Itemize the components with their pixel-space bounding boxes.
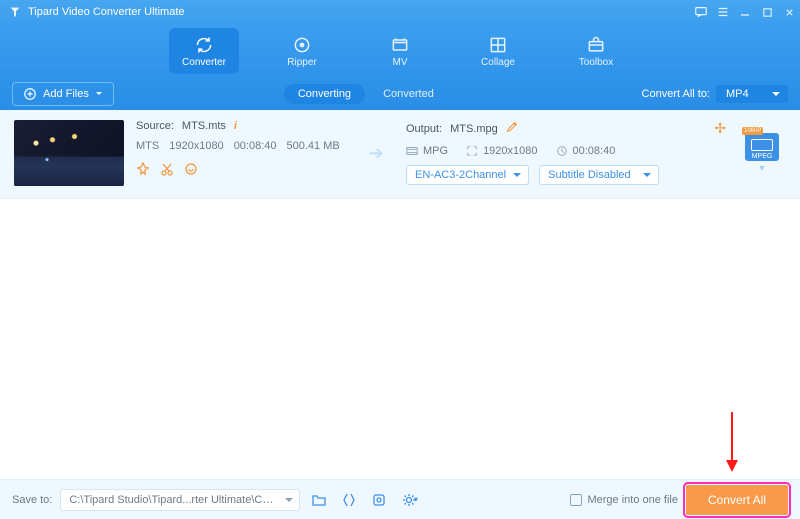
- hardware-accel-icon[interactable]: [368, 489, 390, 511]
- tab-converted[interactable]: Converted: [383, 88, 434, 100]
- duration-icon: [556, 145, 568, 157]
- output-codec: MPG: [423, 145, 448, 157]
- source-size: 500.41 MB: [287, 140, 340, 152]
- footer-bar: Save to: C:\Tipard Studio\Tipard...rter …: [0, 479, 800, 519]
- source-resolution: 1920x1080: [169, 140, 223, 152]
- menu-icon[interactable]: [712, 0, 734, 24]
- tab-toolbox[interactable]: Toolbox: [561, 28, 631, 74]
- save-to-label: Save to:: [12, 494, 52, 506]
- content-area: Source: MTS.mts i MTS 1920x1080 00:08:40…: [0, 110, 800, 479]
- chevron-down-icon: [95, 90, 103, 98]
- tab-mv[interactable]: MV: [365, 28, 435, 74]
- source-label: Source:: [136, 120, 174, 132]
- plus-circle-icon: [23, 87, 37, 101]
- tab-label: Converter: [182, 57, 226, 68]
- options-bar: Add Files Converting Converted Convert A…: [0, 78, 800, 110]
- convert-all-button[interactable]: Convert All: [686, 485, 788, 515]
- convert-all-to-label: Convert All to:: [642, 88, 710, 100]
- resolution-icon: [466, 145, 478, 157]
- tab-label: MV: [393, 57, 408, 68]
- tab-collage[interactable]: Collage: [463, 28, 533, 74]
- subtitle-select[interactable]: Subtitle Disabled: [539, 165, 659, 185]
- chevron-down-icon: ▾: [759, 163, 764, 174]
- app-title: Tipard Video Converter Ultimate: [28, 6, 185, 18]
- merge-checkbox[interactable]: Merge into one file: [570, 494, 678, 506]
- info-icon[interactable]: i: [234, 120, 237, 132]
- add-files-label: Add Files: [43, 88, 89, 100]
- output-format-button[interactable]: MPEG ▾: [738, 133, 786, 174]
- tab-label: Ripper: [287, 57, 316, 68]
- tab-ripper[interactable]: Ripper: [267, 28, 337, 74]
- close-icon[interactable]: [778, 0, 800, 24]
- format-chip-icon: MPEG: [745, 133, 779, 161]
- feedback-icon[interactable]: [690, 0, 712, 24]
- checkbox-icon: [570, 494, 582, 506]
- maximize-icon[interactable]: [756, 0, 778, 24]
- minimize-icon[interactable]: [734, 0, 756, 24]
- output-duration: 00:08:40: [573, 145, 616, 157]
- arrow-icon: ➔: [358, 143, 394, 164]
- open-folder-icon[interactable]: [308, 489, 330, 511]
- output-label: Output:: [406, 123, 442, 135]
- settings-icon[interactable]: ▾: [398, 489, 420, 511]
- merge-label: Merge into one file: [587, 494, 678, 506]
- snapshot-icon[interactable]: [338, 489, 360, 511]
- output-filename: MTS.mpg: [450, 123, 498, 135]
- convert-all-format-select[interactable]: MP4: [716, 85, 788, 103]
- add-files-button[interactable]: Add Files: [12, 82, 114, 106]
- file-item: Source: MTS.mts i MTS 1920x1080 00:08:40…: [0, 110, 800, 199]
- video-codec-icon: [406, 145, 418, 157]
- pin-icon[interactable]: [136, 162, 150, 176]
- app-logo-icon: [8, 5, 22, 19]
- source-filename: MTS.mts: [182, 120, 226, 132]
- source-codec: MTS: [136, 140, 159, 152]
- expand-icon[interactable]: ✢: [714, 120, 726, 137]
- video-thumbnail[interactable]: [14, 120, 124, 186]
- audio-track-select[interactable]: EN-AC3-2Channel: [406, 165, 529, 185]
- tab-label: Toolbox: [579, 57, 613, 68]
- tab-label: Collage: [481, 57, 515, 68]
- cut-icon[interactable]: [160, 162, 174, 176]
- tab-converting[interactable]: Converting: [284, 84, 365, 104]
- rename-icon[interactable]: [506, 121, 518, 136]
- titlebar: Tipard Video Converter Ultimate: [0, 0, 800, 24]
- save-path-select[interactable]: C:\Tipard Studio\Tipard...rter Ultimate\…: [60, 489, 300, 511]
- output-resolution: 1920x1080: [483, 145, 537, 157]
- enhance-icon[interactable]: [184, 162, 198, 176]
- source-duration: 00:08:40: [234, 140, 277, 152]
- main-tabs: Converter Ripper MV Collage Toolbox: [0, 24, 800, 78]
- tab-converter[interactable]: Converter: [169, 28, 239, 74]
